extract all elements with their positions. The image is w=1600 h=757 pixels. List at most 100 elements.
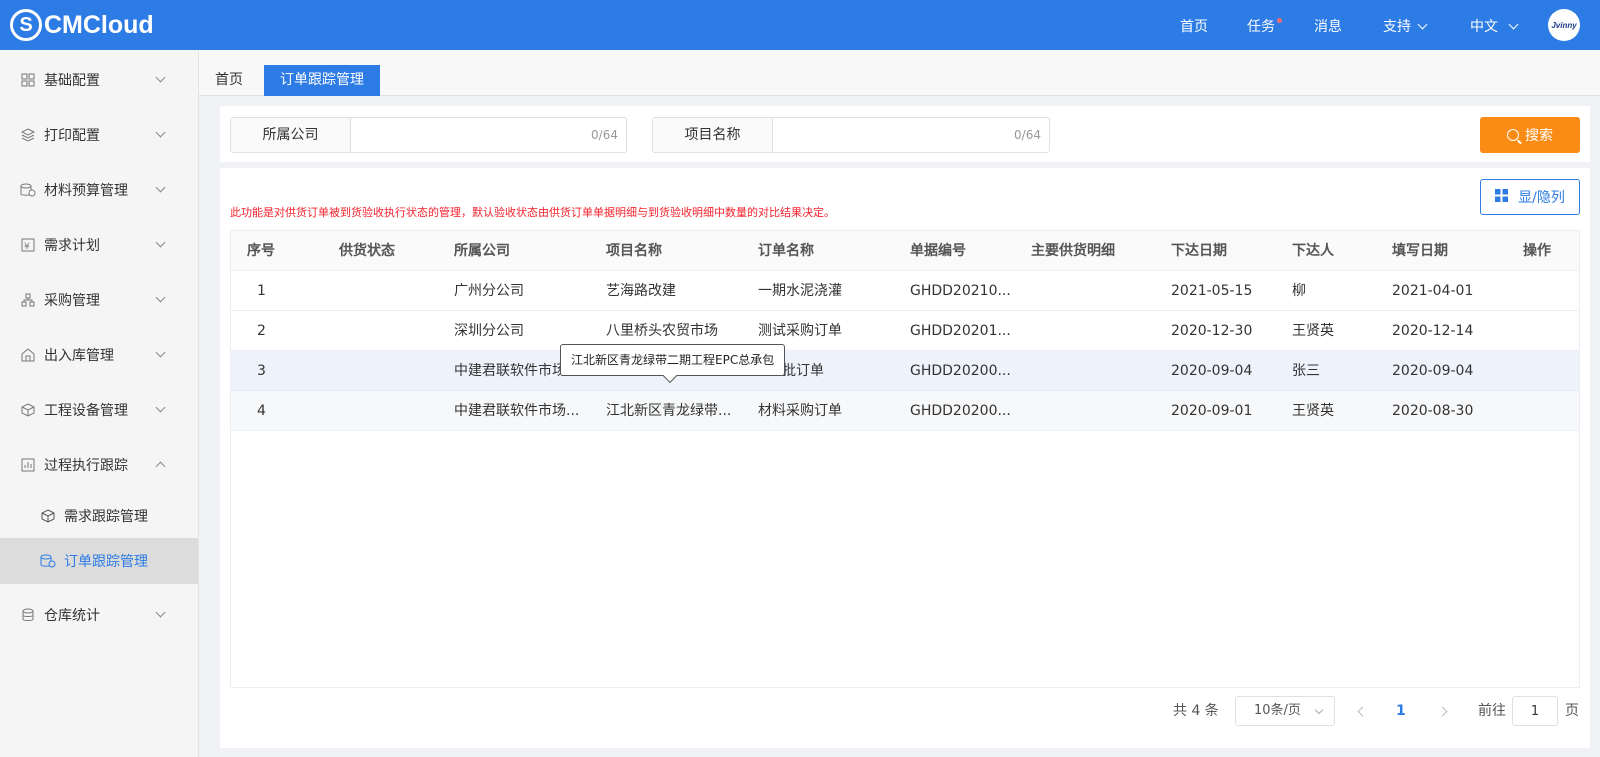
cell-doc-number: GHDD20210... xyxy=(910,283,1011,299)
cell-doc-number: GHDD20201... xyxy=(910,323,1011,339)
search-icon xyxy=(1507,129,1522,145)
tab-order-tracking[interactable]: 订单跟踪管理 xyxy=(264,65,380,96)
cell-issue-date: 2021-05-15 xyxy=(1171,283,1253,299)
page-size-select[interactable]: 10条/页 xyxy=(1235,696,1335,726)
sidebar-item-label: 过程执行跟踪 xyxy=(44,458,128,474)
cell-issuer: 张三 xyxy=(1292,363,1320,379)
nav-support[interactable]: 支持 xyxy=(1383,16,1428,36)
toggle-columns-label: 显/隐列 xyxy=(1518,190,1565,206)
chevron-right-icon xyxy=(1437,706,1447,716)
chevron-down-icon xyxy=(155,237,166,248)
sidebar-item-label: 采购管理 xyxy=(44,293,100,309)
column-header: 填写日期 xyxy=(1392,243,1448,259)
sidebar-item-process-tracking[interactable]: 过程执行跟踪 xyxy=(0,437,198,493)
search-button-label: 搜索 xyxy=(1525,128,1553,144)
column-header: 主要供货明细 xyxy=(1031,243,1115,259)
data-table: 序号 供货状态 所属公司 项目名称 订单名称 单据编号 主要供货明细 下达日期 … xyxy=(230,230,1580,688)
cell-issue-date: 2020-09-01 xyxy=(1171,403,1253,419)
column-header: 单据编号 xyxy=(910,243,966,259)
nav-home[interactable]: 首页 xyxy=(1180,16,1208,36)
task-notification-dot xyxy=(1277,18,1282,23)
sidebar-item-procurement[interactable]: 采购管理 xyxy=(0,272,198,328)
cube-icon xyxy=(20,402,36,418)
coins-check-icon xyxy=(40,553,56,569)
column-header: 供货状态 xyxy=(339,243,395,259)
project-name-tooltip: 江北新区青龙绿带二期工程EPC总承包 xyxy=(560,344,786,376)
column-header: 订单名称 xyxy=(758,243,814,259)
nav-messages[interactable]: 消息 xyxy=(1314,16,1342,36)
grid-icon xyxy=(20,72,36,88)
cell-index: 1 xyxy=(257,283,266,299)
cell-index: 4 xyxy=(257,403,266,419)
sidebar-item-label: 仓库统计 xyxy=(44,608,100,624)
coins-icon xyxy=(20,182,36,198)
cell-order-name: 材料采购订单 xyxy=(758,403,842,419)
chevron-left-icon xyxy=(1357,706,1367,716)
sidebar-item-material-budget[interactable]: 材料预算管理 xyxy=(0,162,198,218)
sidebar-item-inventory-io[interactable]: 出入库管理 xyxy=(0,327,198,383)
cell-doc-number: GHDD20200... xyxy=(910,363,1011,379)
project-char-count: 0/64 xyxy=(1014,128,1041,142)
sidebar-item-label: 需求计划 xyxy=(44,238,100,254)
user-avatar[interactable]: Jvinny xyxy=(1548,9,1580,41)
cell-project: 江北新区青龙绿带... xyxy=(606,403,732,419)
table-row[interactable]: 2 深圳分公司 八里桥头农贸市场 测试采购订单 GHDD20201... 202… xyxy=(231,311,1579,351)
sidebar-item-demand-plan[interactable]: ¥ 需求计划 xyxy=(0,217,198,273)
column-header: 所属公司 xyxy=(454,243,510,259)
company-input[interactable] xyxy=(351,118,626,152)
svg-text:¥: ¥ xyxy=(24,242,30,252)
sidebar-item-label: 基础配置 xyxy=(44,73,100,89)
sidebar-item-print-config[interactable]: 打印配置 xyxy=(0,107,198,163)
sidebar-sub-demand-tracking[interactable]: 需求跟踪管理 xyxy=(0,493,198,539)
cell-company: 中建君联软件市场... xyxy=(454,403,580,419)
nav-tasks[interactable]: 任务 xyxy=(1247,16,1275,36)
sidebar-item-label: 材料预算管理 xyxy=(44,183,128,199)
table-header: 序号 供货状态 所属公司 项目名称 订单名称 单据编号 主要供货明细 下达日期 … xyxy=(231,231,1579,271)
chevron-down-icon xyxy=(1508,19,1519,29)
page-suffix: 页 xyxy=(1565,703,1579,719)
sidebar-item-basic-config[interactable]: 基础配置 xyxy=(0,52,198,108)
nav-language[interactable]: 中文 xyxy=(1470,16,1519,36)
pagination-total: 共 4 条 xyxy=(1173,703,1219,719)
column-header: 操作 xyxy=(1523,243,1551,259)
chevron-down-icon xyxy=(155,402,166,413)
search-button[interactable]: 搜索 xyxy=(1480,117,1580,153)
company-label: 所属公司 xyxy=(231,118,351,152)
cell-issuer: 王贤英 xyxy=(1292,323,1334,339)
sidebar-item-label: 出入库管理 xyxy=(44,348,114,364)
sidebar-sub-label: 需求跟踪管理 xyxy=(64,509,148,525)
chevron-down-icon xyxy=(155,347,166,358)
cell-index: 2 xyxy=(257,323,266,339)
chevron-down-icon xyxy=(155,607,166,618)
cell-fill-date: 2020-09-04 xyxy=(1392,363,1474,379)
logo-icon: S xyxy=(10,9,42,41)
nav-tasks-label: 任务 xyxy=(1247,19,1275,35)
column-header: 序号 xyxy=(247,243,275,259)
project-input[interactable] xyxy=(773,118,1049,152)
sidebar-sub-order-tracking[interactable]: 订单跟踪管理 xyxy=(0,538,198,584)
goto-page-input[interactable] xyxy=(1512,696,1558,726)
table-row[interactable]: 1 广州分公司 艺海路改建 一期水泥浇灌 GHDD20210... 2021-0… xyxy=(231,271,1579,311)
sidebar-item-equipment[interactable]: 工程设备管理 xyxy=(0,382,198,438)
cube-icon xyxy=(40,508,56,524)
chevron-down-icon xyxy=(155,72,166,83)
sidebar-item-label: 工程设备管理 xyxy=(44,403,128,419)
toggle-columns-button[interactable]: 显/隐列 xyxy=(1480,179,1580,215)
sidebar-item-warehouse-stats[interactable]: 仓库统计 xyxy=(0,587,198,643)
chevron-down-icon xyxy=(1417,19,1428,29)
cell-issuer: 柳 xyxy=(1292,283,1306,299)
hierarchy-icon xyxy=(20,292,36,308)
database-icon xyxy=(20,607,36,623)
cell-order-name: 一期水泥浇灌 xyxy=(758,283,842,299)
page-size-value: 10条/页 xyxy=(1254,703,1301,718)
table-row[interactable]: 3 中建君联软件市场... 批订单 GHDD20200... 2020-09-0… xyxy=(231,351,1579,391)
money-doc-icon: ¥ xyxy=(20,237,36,253)
table-row[interactable]: 4 中建君联软件市场... 江北新区青龙绿带... 材料采购订单 GHDD202… xyxy=(231,391,1579,431)
cell-issuer: 王贤英 xyxy=(1292,403,1334,419)
tab-home[interactable]: 首页 xyxy=(199,65,259,96)
next-page-button[interactable] xyxy=(1432,696,1452,726)
app-logo[interactable]: S CMCloud xyxy=(10,8,154,42)
prev-page-button[interactable] xyxy=(1352,696,1372,726)
current-page[interactable]: 1 xyxy=(1396,696,1406,726)
cell-fill-date: 2021-04-01 xyxy=(1392,283,1474,299)
